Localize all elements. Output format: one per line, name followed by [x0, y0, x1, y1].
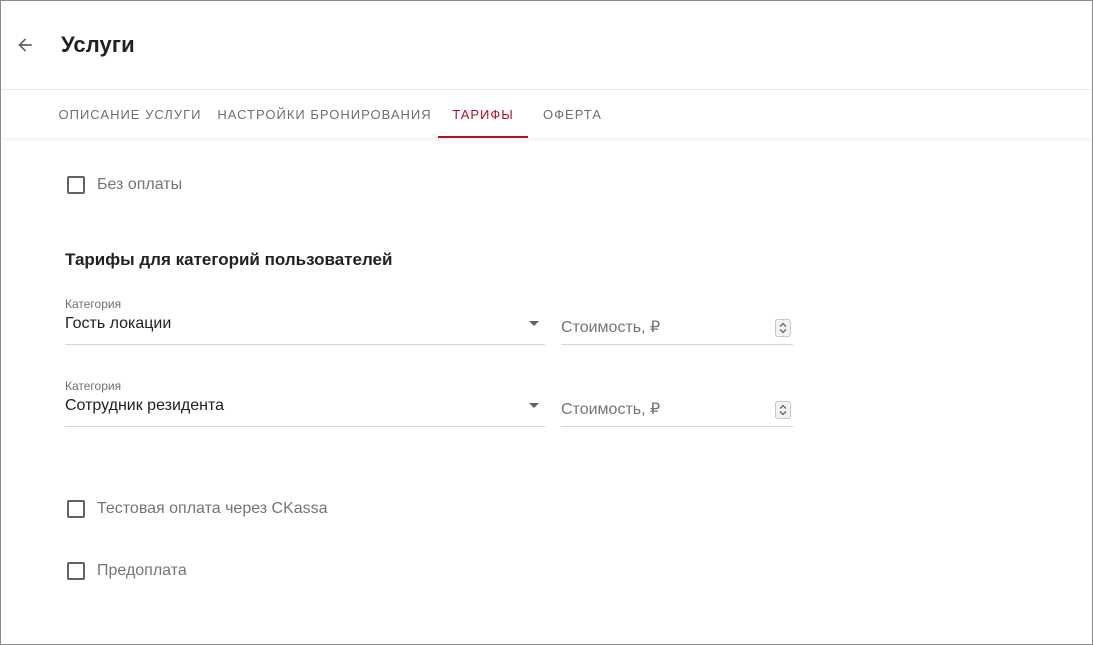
chevron-up-down-icon [779, 404, 787, 416]
category-select-employee[interactable]: Категория Сотрудник резидента [65, 379, 545, 427]
free-checkbox-row[interactable]: Без оплаты [67, 176, 182, 194]
test-payment-checkbox-row[interactable]: Тестовая оплата через CKassa [67, 500, 328, 518]
page-title: Услуги [61, 32, 135, 57]
page-header: Услуги [1, 1, 1092, 90]
tab-service-description[interactable]: Описание услуги [49, 90, 211, 138]
arrow-left-icon [18, 38, 32, 52]
tab-booking-settings[interactable]: Настройки бронирования [211, 90, 438, 138]
price-input-employee[interactable] [561, 395, 761, 425]
section-title: Тарифы для категорий пользователей [65, 250, 393, 269]
app-window: Услуги Описание услуги Настройки брониро… [0, 0, 1093, 645]
tab-tariffs[interactable]: Тарифы [438, 90, 528, 138]
test-payment-checkbox[interactable] [67, 500, 85, 518]
free-checkbox[interactable] [67, 176, 85, 194]
tab-bar: Описание услуги Настройки бронирования Т… [1, 90, 1092, 138]
prepayment-checkbox[interactable] [67, 562, 85, 580]
dropdown-arrow-icon [529, 403, 539, 408]
prepayment-checkbox-label: Предоплата [97, 562, 187, 579]
category-select-label: Категория [65, 379, 122, 393]
price-field-guest[interactable] [561, 313, 793, 345]
free-checkbox-label: Без оплаты [97, 176, 183, 193]
category-select-value: Гость локации [65, 315, 172, 332]
category-select-guest[interactable]: Категория Гость локации [65, 297, 545, 345]
prepayment-checkbox-row[interactable]: Предоплата [67, 562, 187, 580]
test-payment-checkbox-label: Тестовая оплата через CKassa [97, 500, 328, 517]
price-input-guest[interactable] [561, 313, 761, 343]
tab-offer[interactable]: Оферта [528, 90, 617, 138]
category-select-label: Категория [65, 297, 122, 311]
number-spinner-icon[interactable] [775, 319, 791, 337]
dropdown-arrow-icon [529, 321, 539, 326]
chevron-up-down-icon [779, 322, 787, 334]
number-spinner-icon[interactable] [775, 401, 791, 419]
price-field-employee[interactable] [561, 395, 793, 427]
back-button[interactable] [11, 31, 39, 59]
category-select-value: Сотрудник резидента [65, 397, 225, 414]
